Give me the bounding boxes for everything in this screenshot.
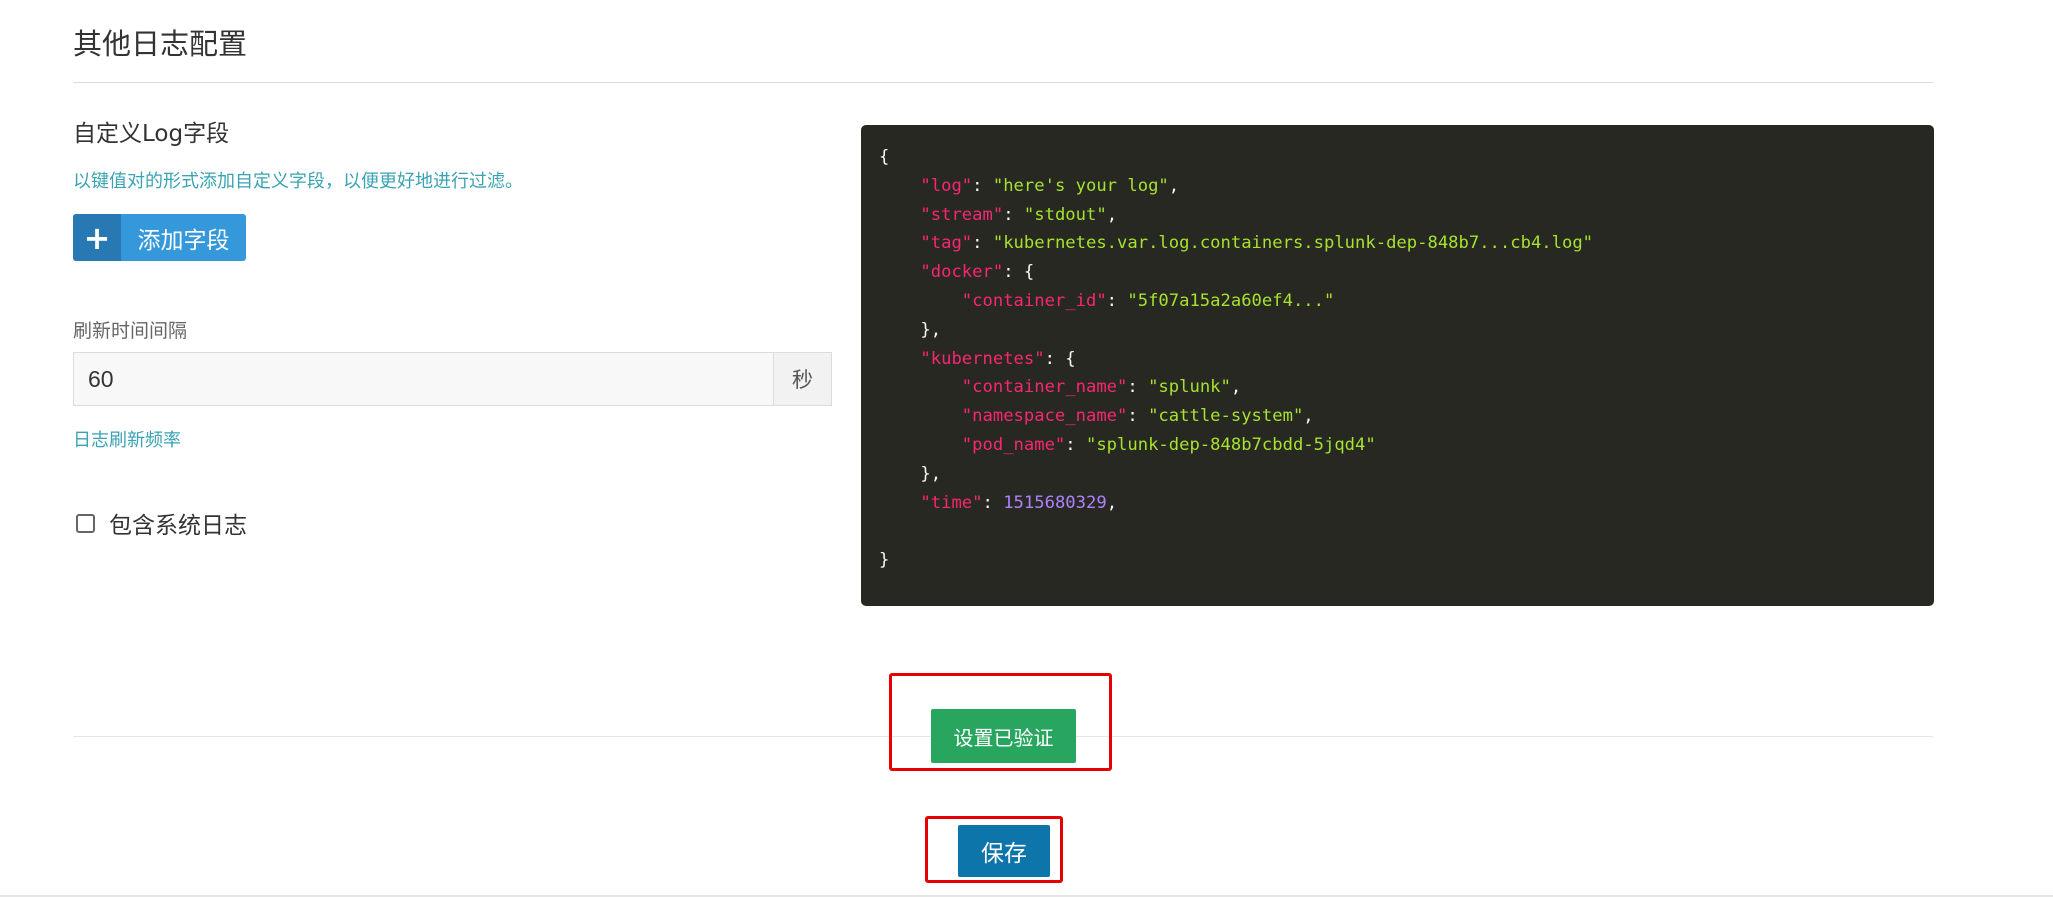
code-value-tag: "kubernetes.var.log.containers.splunk-de…	[992, 233, 1594, 254]
code-brace-open: {	[879, 147, 890, 167]
code-value-time: 1515680329	[1003, 492, 1107, 513]
log-example-code-block: { "log": "here's your log", "stream": "s…	[861, 125, 1934, 606]
refresh-interval-group: 秒	[73, 352, 832, 406]
code-key-tag: "tag"	[920, 233, 973, 254]
code-value-log: "here's your log"	[992, 175, 1169, 196]
code-value-pod-name: "splunk-dep-848b7cbdd-5jqd4"	[1085, 434, 1376, 455]
code-key-container-name: "container_name"	[961, 377, 1128, 398]
add-field-button-label: 添加字段	[137, 227, 230, 254]
refresh-interval-input[interactable]	[73, 352, 773, 406]
code-value-namespace-name: "cattle-system"	[1148, 406, 1304, 427]
code-key-docker: "docker"	[920, 262, 1004, 283]
refresh-interval-unit: 秒	[773, 352, 832, 406]
refresh-interval-hint: 日志刷新频率	[73, 430, 181, 451]
code-key-namespace-name: "namespace_name"	[961, 406, 1128, 427]
code-key-kubernetes: "kubernetes"	[920, 348, 1045, 369]
include-system-logs-checkbox[interactable]	[76, 513, 95, 533]
code-key-time: "time"	[920, 492, 983, 513]
plus-icon: +	[73, 214, 121, 261]
custom-fields-hint: 以键值对的形式添加自定义字段，以便更好地进行过滤。	[73, 171, 523, 192]
section-divider	[73, 82, 1933, 83]
settings-verified-button[interactable]: 设置已验证	[931, 709, 1076, 763]
code-value-stream: "stdout"	[1023, 204, 1107, 225]
code-key-log: "log"	[920, 175, 973, 196]
code-brace-close: }	[879, 550, 890, 571]
section-title: 其他日志配置	[73, 27, 248, 61]
save-button[interactable]: 保存	[958, 825, 1050, 877]
include-system-logs-row[interactable]: 包含系统日志	[76, 506, 247, 540]
code-value-container-id: "5f07a15a2a60ef4..."	[1127, 290, 1335, 311]
code-value-container-name: "splunk"	[1148, 377, 1231, 398]
code-key-pod-name: "pod_name"	[961, 434, 1066, 455]
refresh-interval-label: 刷新时间间隔	[73, 320, 188, 342]
include-system-logs-label: 包含系统日志	[109, 513, 247, 539]
custom-fields-label: 自定义Log字段	[73, 121, 230, 147]
code-key-container-id: "container_id"	[961, 290, 1107, 311]
add-field-button[interactable]: + 添加字段	[73, 214, 246, 261]
code-key-stream: "stream"	[920, 204, 1004, 225]
